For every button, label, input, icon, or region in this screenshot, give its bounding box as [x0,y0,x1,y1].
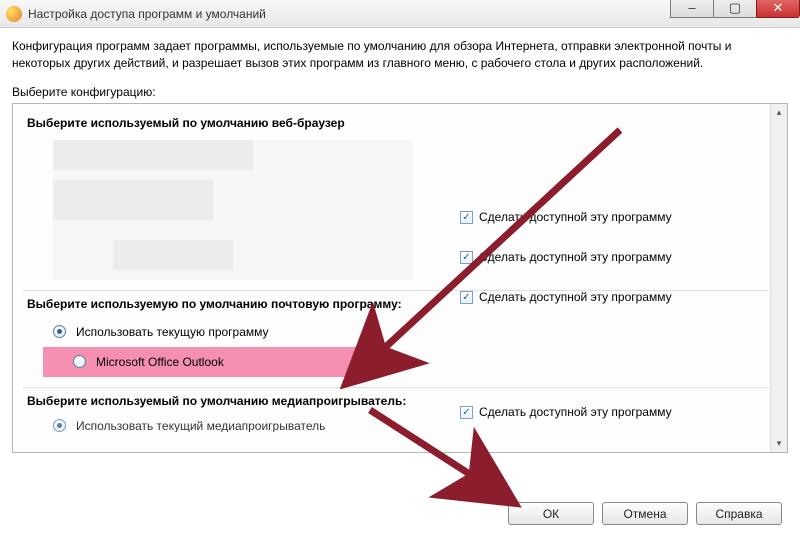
checkbox-label: Сделать доступной эту программу [479,210,672,224]
radio-icon [73,355,86,368]
scroll-down-icon[interactable]: ▾ [771,435,787,452]
ok-button[interactable]: ОК [508,502,594,525]
titlebar: Настройка доступа программ и умолчаний –… [0,0,800,28]
window-buttons: – ▢ ✕ [671,0,800,18]
radio-icon [53,419,66,432]
radio-label: Использовать текущую программу [76,325,269,339]
scroll-up-icon[interactable]: ▴ [771,104,787,121]
checkbox-label: Сделать доступной эту программу [479,405,672,419]
help-button[interactable]: Справка [696,502,782,525]
checkbox-label: Сделать доступной эту программу [479,290,672,304]
minimize-button[interactable]: – [670,0,714,18]
dialog-content: Конфигурация программ задает программы, … [0,28,800,453]
maximize-button[interactable]: ▢ [713,0,757,18]
scrollbar[interactable]: ▴ ▾ [770,104,787,452]
radio-outlook[interactable]: Microsoft Office Outlook [43,347,378,377]
section-heading-browser: Выберите используемый по умолчанию веб-б… [23,110,769,136]
description-text: Конфигурация программ задает программы, … [12,38,788,73]
config-listbox: Выберите используемый по умолчанию веб-б… [12,103,788,453]
blurred-browser-options [53,140,413,280]
choose-config-label: Выберите конфигурацию: [12,85,788,99]
radio-use-current-mail[interactable]: Использовать текущую программу [23,317,769,347]
radio-label: Использовать текущий медиапроигрыватель [76,419,325,432]
checkbox-enable-outlook[interactable]: ✓ Сделать доступной эту программу [460,405,672,419]
window-title: Настройка доступа программ и умолчаний [28,7,266,21]
radio-icon [53,325,66,338]
checkbox-icon: ✓ [460,251,473,264]
cancel-button[interactable]: Отмена [602,502,688,525]
checkbox-enable-program-1[interactable]: ✓ Сделать доступной эту программу [460,210,672,224]
close-button[interactable]: ✕ [756,0,800,18]
checkbox-icon: ✓ [460,291,473,304]
app-icon [6,6,22,22]
checkbox-enable-program-3[interactable]: ✓ Сделать доступной эту программу [460,290,672,304]
checkbox-label: Сделать доступной эту программу [479,250,672,264]
checkbox-enable-program-2[interactable]: ✓ Сделать доступной эту программу [460,250,672,264]
checkbox-icon: ✓ [460,211,473,224]
checkbox-icon: ✓ [460,406,473,419]
radio-label: Microsoft Office Outlook [96,355,224,369]
dialog-buttons: ОК Отмена Справка [508,502,782,525]
